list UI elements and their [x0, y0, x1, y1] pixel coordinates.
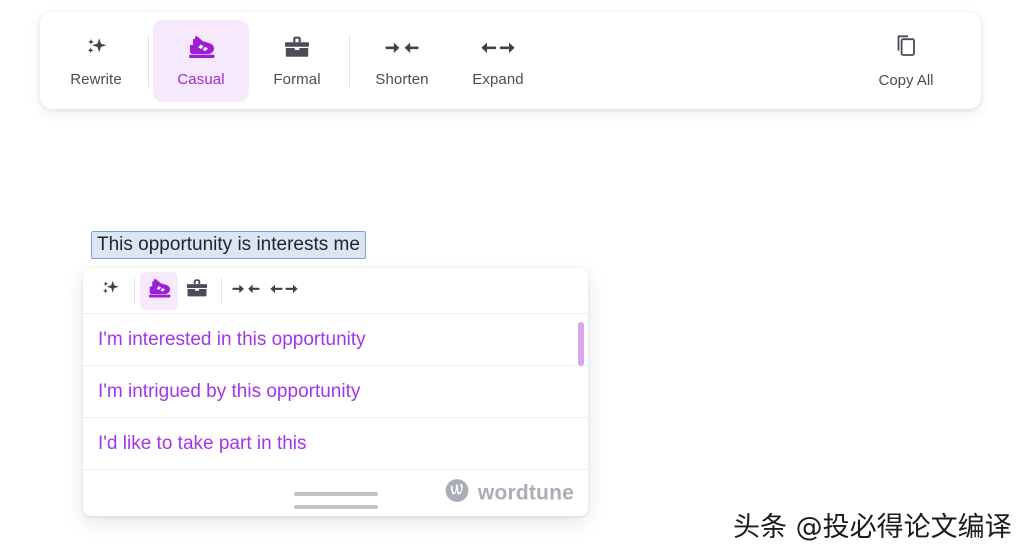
wordtune-brand-name: wordtune: [477, 481, 574, 504]
sneaker-icon: [146, 278, 172, 303]
formal-button-label: Formal: [273, 71, 321, 88]
casual-button-label: Casual: [177, 71, 225, 88]
arrows-outward-icon: [479, 34, 517, 62]
shorten-button-label: Shorten: [375, 71, 429, 88]
suggestion-scrollbar[interactable]: [578, 314, 584, 470]
rewrite-button[interactable]: Rewrite: [48, 20, 144, 102]
expand-button[interactable]: Expand: [450, 20, 546, 102]
popup-footer: wordtune: [83, 470, 588, 516]
popup-toolbar-divider: [221, 277, 222, 304]
arrows-inward-icon: [383, 34, 421, 62]
shorten-button[interactable]: Shorten: [354, 20, 450, 102]
rewrite-button-label: Rewrite: [70, 71, 122, 88]
drag-bar: [293, 492, 378, 496]
wordtune-logo-icon: [444, 478, 470, 509]
popup-formal-button[interactable]: [178, 272, 216, 310]
popup-casual-button[interactable]: [140, 271, 178, 310]
copy-all-label: Copy All: [878, 72, 934, 89]
expand-button-label: Expand: [472, 71, 524, 88]
formal-button[interactable]: Formal: [249, 20, 345, 102]
watermark-text: 头条 @投必得论文编译: [733, 512, 1012, 543]
sparkles-icon: [83, 34, 109, 62]
briefcase-icon: [185, 278, 209, 303]
casual-button[interactable]: Casual: [153, 19, 249, 102]
copy-icon: [893, 33, 919, 62]
sneaker-icon: [186, 34, 216, 62]
toolbar-button-group: Rewrite Casual Formal Shorten Expand: [48, 12, 546, 109]
selected-text-value: This opportunity is interests me: [97, 234, 360, 255]
suggestion-item[interactable]: I'm intrigued by this opportunity: [83, 366, 588, 418]
drag-bar: [293, 505, 378, 509]
sparkles-icon: [99, 278, 121, 303]
suggestion-item[interactable]: I'd like to take part in this: [83, 418, 588, 470]
popup-toolbar-divider: [134, 277, 135, 304]
selected-text-highlight[interactable]: This opportunity is interests me: [91, 231, 366, 259]
wordtune-brand: wordtune: [444, 478, 574, 509]
popup-toolbar: [83, 268, 588, 314]
toolbar-divider: [148, 34, 149, 87]
copy-all-button[interactable]: Copy All: [851, 20, 961, 102]
arrows-outward-icon: [268, 280, 300, 301]
suggestion-item[interactable]: I'm interested in this opportunity: [83, 314, 588, 366]
arrows-inward-icon: [230, 280, 262, 301]
popup-expand-button[interactable]: [265, 272, 303, 310]
suggestion-scrollbar-thumb[interactable]: [578, 322, 584, 366]
rewrite-toolbar: Rewrite Casual Formal Shorten Expand Cop…: [40, 12, 981, 109]
wordtune-popup: I'm interested in this opportunity I'm i…: [83, 268, 588, 516]
toolbar-divider: [349, 34, 350, 87]
popup-shorten-button[interactable]: [227, 272, 265, 310]
popup-rewrite-button[interactable]: [91, 272, 129, 310]
briefcase-icon: [283, 34, 311, 62]
suggestion-list: I'm interested in this opportunity I'm i…: [83, 314, 588, 470]
popup-drag-handle[interactable]: [293, 492, 378, 509]
